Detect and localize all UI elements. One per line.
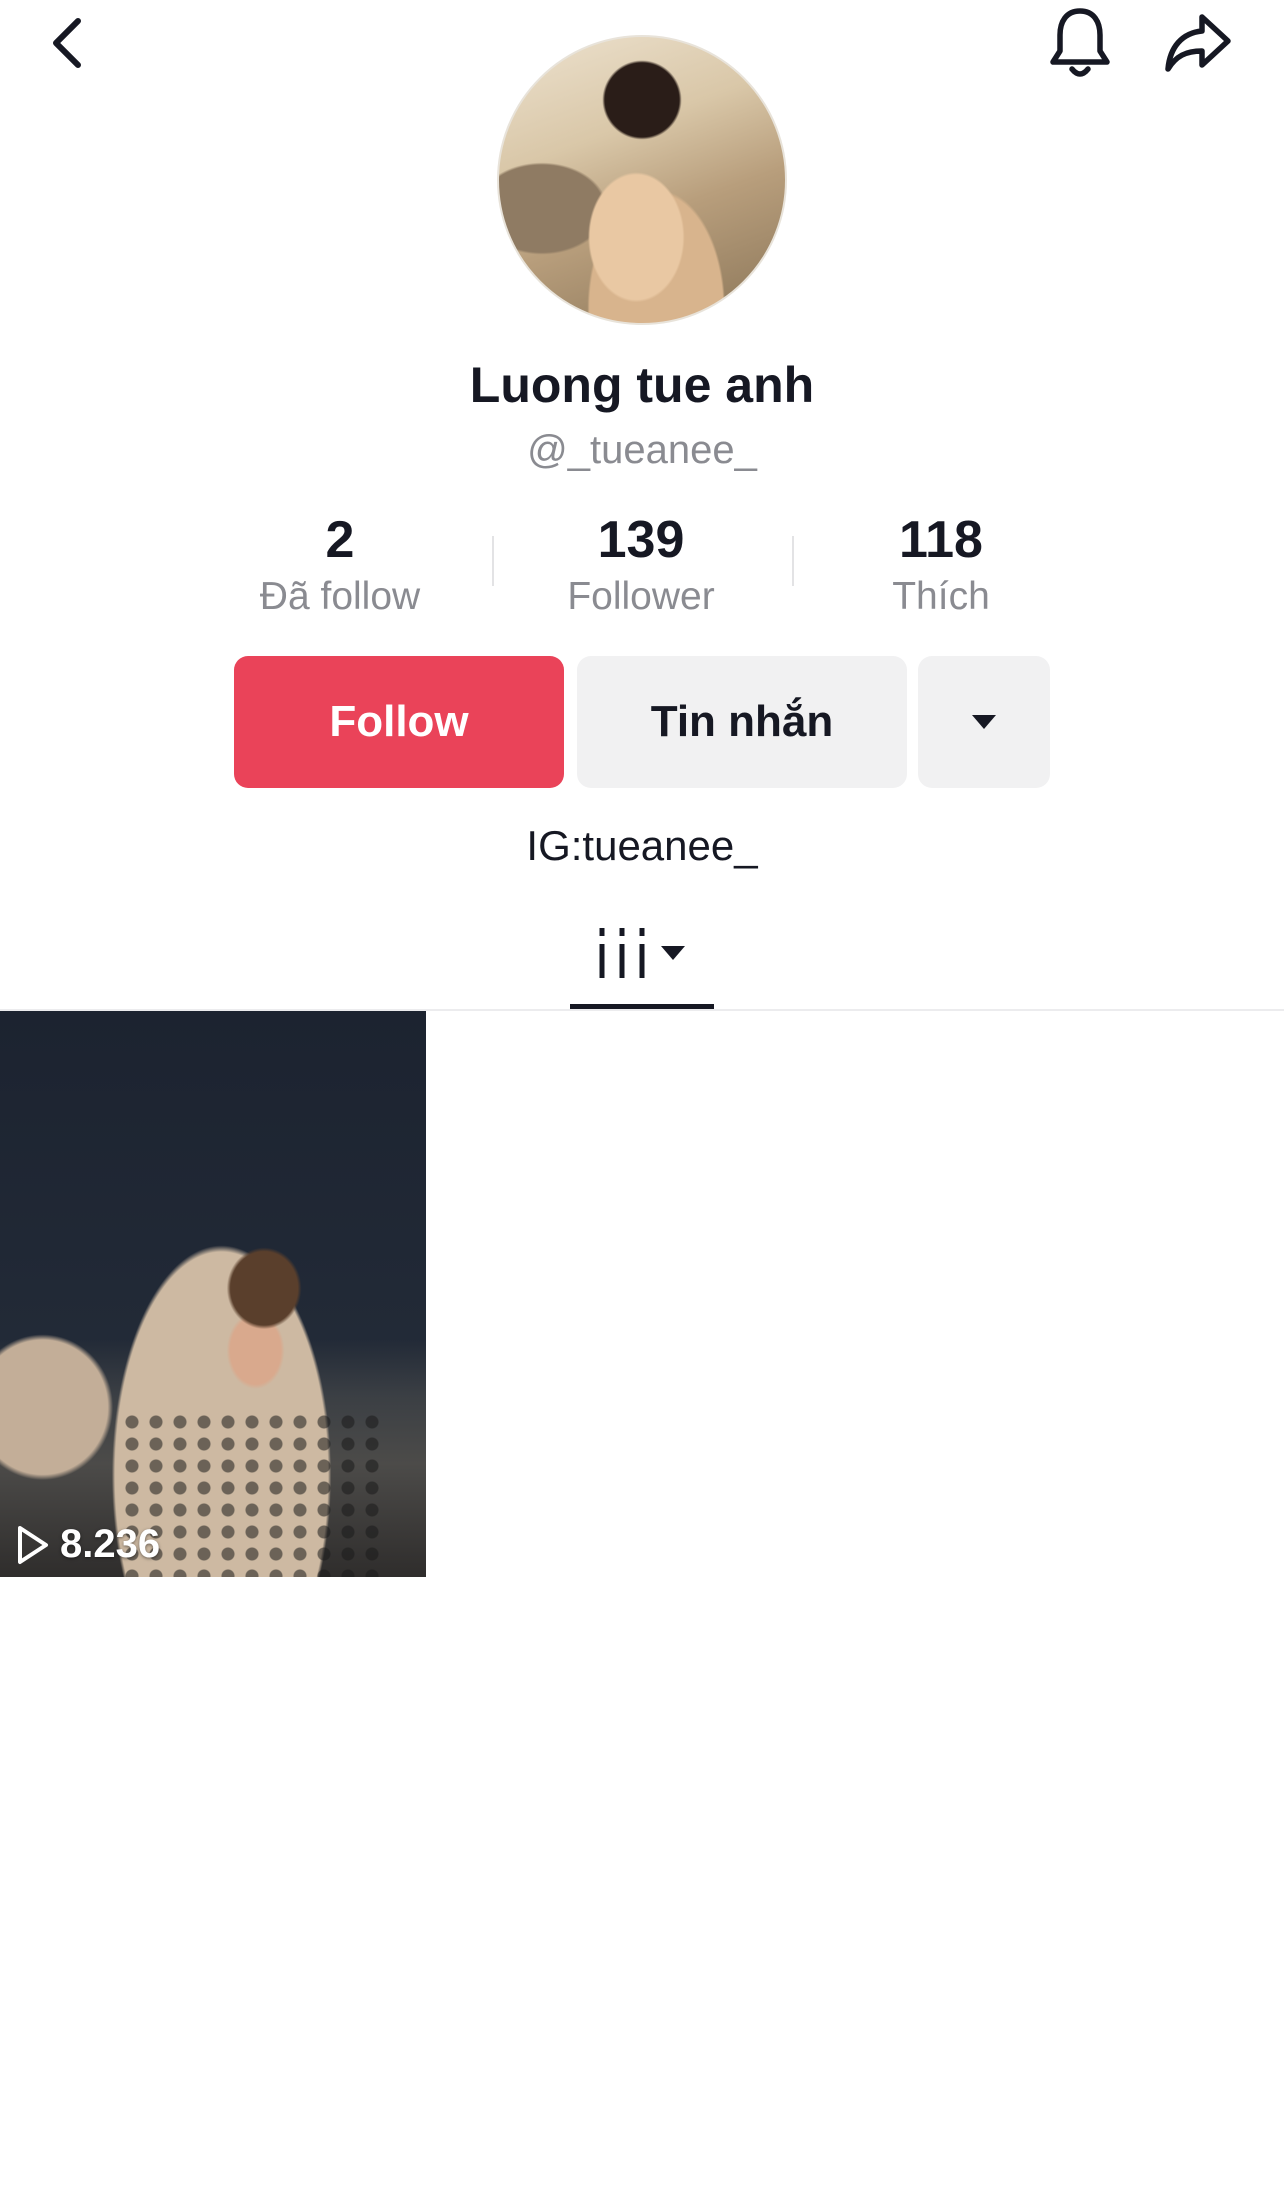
- share-arrow-icon: [1165, 14, 1231, 72]
- play-count-value: 8.236: [60, 1522, 161, 1566]
- followers-label: Follower: [567, 575, 715, 618]
- followers-count: 139: [597, 511, 685, 569]
- notification-bell-button[interactable]: [1040, 0, 1120, 86]
- likes-label: Thích: [892, 575, 990, 618]
- likes-count: 118: [899, 511, 983, 569]
- grid-columns-icon: [599, 927, 645, 978]
- video-thumbnail[interactable]: 8.236: [0, 1011, 426, 1577]
- followers-stat[interactable]: 139 Follower: [511, 509, 771, 619]
- following-count: 2: [325, 511, 355, 569]
- profile-page: Luong tue anh @_tueanee_ 2 Đã follow 139…: [0, 0, 1284, 2211]
- likes-stat[interactable]: 118 Thích: [811, 509, 1071, 619]
- video-play-count: 8.236: [16, 1522, 160, 1567]
- stat-divider: [492, 536, 494, 586]
- follow-button[interactable]: Follow: [234, 656, 564, 788]
- share-button[interactable]: [1158, 0, 1238, 86]
- following-label: Đã follow: [259, 575, 421, 618]
- chevron-left-icon: [53, 18, 81, 68]
- display-name: Luong tue anh: [469, 357, 815, 413]
- back-button[interactable]: [30, 0, 106, 86]
- following-stat[interactable]: 2 Đã follow: [210, 509, 470, 619]
- profile-bio: IG:tueanee_: [526, 822, 758, 869]
- more-options-button[interactable]: [918, 656, 1050, 788]
- stat-divider: [792, 536, 794, 586]
- play-icon: [18, 1525, 48, 1564]
- message-button[interactable]: Tin nhắn: [577, 656, 907, 788]
- caret-down-icon: [972, 715, 996, 729]
- profile-avatar[interactable]: [497, 35, 787, 325]
- bell-icon: [1050, 8, 1110, 77]
- tab-videos[interactable]: [570, 895, 714, 1010]
- caret-down-icon: [661, 945, 685, 960]
- username-handle: @_tueanee_: [527, 428, 757, 472]
